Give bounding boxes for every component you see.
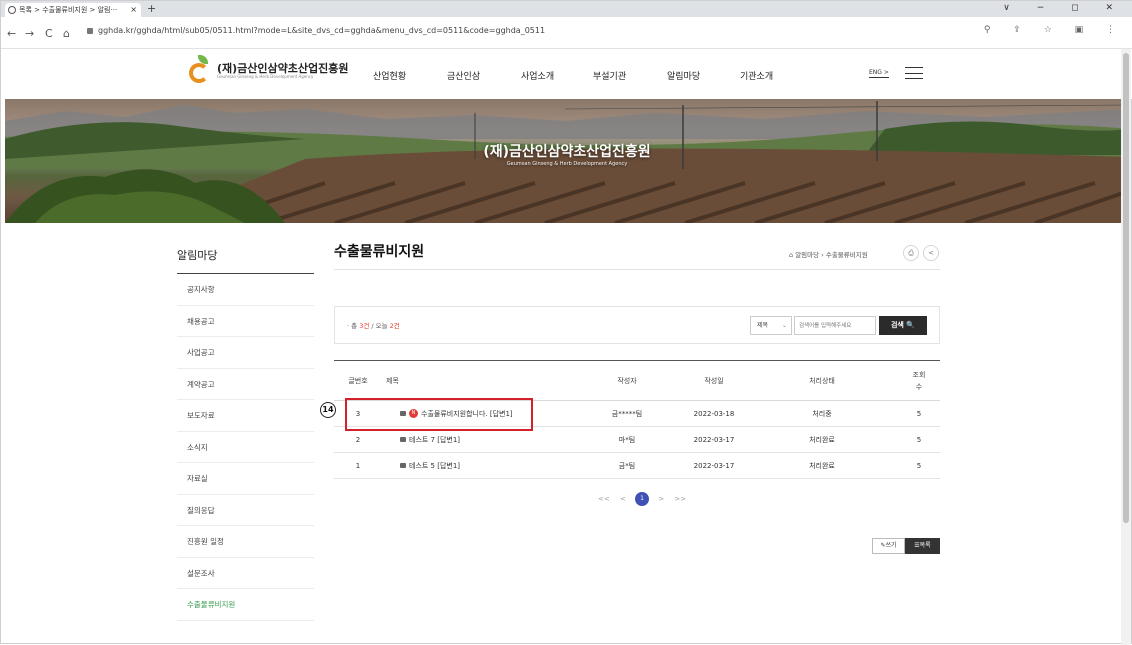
chevron-down-icon: ⌄ [781,322,787,329]
menu-icon[interactable] [905,67,923,79]
url-text: gghda.kr/gghda/html/sub05/0511.html?mode… [98,26,546,35]
col-views: 조회수 [898,360,940,401]
table-row[interactable]: 1 테스트 5 [답변1] 금*팀 2022-03-17 처리완료 5 [334,452,940,479]
row-date: 2022-03-17 [682,426,746,453]
col-date: 작성일 [682,360,746,401]
title-divider [334,269,940,270]
row-author: 금*팀 [572,452,682,479]
browser-toolbar-icons[interactable]: ⚲ ⇪ ☆ ▣ ⋮ [984,25,1125,35]
col-author: 작성자 [572,360,682,401]
count-today: 2건 [389,322,400,330]
row-date: 2022-03-18 [682,400,746,427]
write-button[interactable]: ✎쓰기 [872,538,905,554]
row-status: 처리중 [746,400,898,427]
count-mid: / 오늘 [369,322,390,330]
print-icon[interactable]: ⎙ [903,245,919,261]
browser-tabbar: 목록 > 수출물류비지원 > 알림··· × + ∨ − ◻ ✕ [1,1,1132,17]
count-prefix: · 총 [347,322,360,330]
tab-title: 목록 > 수출물류비지원 > 알림··· [19,6,118,14]
current-page[interactable]: 1 [635,492,650,506]
row-title-cell[interactable]: 테스트 5 [답변1] [382,452,572,479]
search-button[interactable]: 검색 🔍 [879,316,927,335]
search-input[interactable] [794,316,876,335]
banner-title: (재)금산인삼약초산업진흥원 [483,144,651,160]
nav-item-business[interactable]: 사업소개 [521,69,554,82]
new-tab-button[interactable]: + [147,1,156,17]
last-page-button[interactable]: >> [674,495,686,503]
sidebar-item-export-logistics[interactable]: 수출물류비지원 [177,589,314,621]
search-field-value: 제목 [757,322,769,329]
pagination: << < 1 > >> [594,492,690,506]
scrollbar[interactable] [1121,49,1131,645]
tab-close-icon[interactable]: × [130,3,137,17]
nav-item-industry[interactable]: 산업현황 [373,69,406,82]
row-date: 2022-03-17 [682,452,746,479]
banner-subtitle: Geumsan Ginseng & Herb Development Agenc… [506,161,628,167]
post-count: · 총 3건 / 오늘 2건 [347,320,400,330]
sidebar-item-recruitment[interactable]: 채용공고 [177,306,314,337]
sidebar-item-survey[interactable]: 설문조사 [177,558,314,589]
reload-icon[interactable]: C [45,17,53,51]
row-views: 5 [898,426,940,453]
language-link[interactable]: ENG > [869,69,889,78]
forward-icon[interactable]: → [25,17,34,51]
address-bar: ← → C ⌂ gghda.kr/gghda/html/sub05/0511.h… [1,17,1132,49]
row-title[interactable]: 테스트 5 [답변1] [409,462,460,470]
row-author: 마*팀 [572,426,682,453]
browser-tab[interactable]: 목록 > 수출물류비지원 > 알림··· × [5,3,141,17]
url-field[interactable]: gghda.kr/gghda/html/sub05/0511.html?mode… [87,26,545,35]
row-views: 5 [898,400,940,427]
search-field-select[interactable]: 제목 ⌄ [750,316,792,335]
sidebar-item-qna[interactable]: 질의응답 [177,495,314,526]
first-page-button[interactable]: << [598,495,610,503]
lock-icon [400,436,406,442]
sidebar-item-notices[interactable]: 공지사항 [177,274,314,306]
site-header: (재)금산인삼약초산업진흥원 Geumsan Ginseng & Herb De… [1,49,1132,99]
logo-english: Geumsan Ginseng & Herb Development Agenc… [217,74,314,79]
sidebar-item-press[interactable]: 보도자료 [177,400,314,432]
row-title[interactable]: 테스트 7 [답변1] [409,436,460,444]
annotation-marker: 14 [320,402,336,418]
share-icon[interactable]: < [923,245,939,261]
sidebar-title: 알림마당 [177,249,218,262]
globe-icon [8,6,16,14]
scrollbar-thumb[interactable] [1123,53,1129,523]
sidebar-item-schedule[interactable]: 진흥원 일정 [177,526,314,558]
hero-banner: (재)금산인삼약초산업진흥원 Geumsan Ginseng & Herb De… [5,99,1129,223]
browser-window: 목록 > 수출물류비지원 > 알림··· × + ∨ − ◻ ✕ ← → C ⌂… [0,0,1132,645]
col-no: 글번호 [334,360,382,401]
col-status: 처리상태 [746,360,898,401]
table-header-row: 글번호 제목 작성자 작성일 처리상태 조회수 [334,360,940,401]
row-no: 1 [334,452,382,479]
sidebar-item-contract-notice[interactable]: 계약공고 [177,369,314,400]
sidebar-item-archive[interactable]: 자료실 [177,463,314,495]
window-controls[interactable]: ∨ − ◻ ✕ [1003,1,1125,15]
nav-item-notice[interactable]: 알림마당 [667,69,700,82]
next-page-button[interactable]: > [658,495,664,503]
nav-item-about[interactable]: 기관소개 [740,69,773,82]
col-title: 제목 [382,360,572,401]
logo-icon[interactable] [189,55,213,83]
home-icon[interactable]: ⌂ [63,17,70,51]
list-button[interactable]: ☰목록 [905,538,940,554]
annotation-highlight-box [345,398,533,431]
row-views: 5 [898,452,940,479]
count-total: 3건 [359,322,370,330]
lock-icon [87,27,93,34]
row-status: 처리완료 [746,452,898,479]
sidebar-menu: 공지사항 채용공고 사업공고 계약공고 보도자료 소식지 자료실 질의응답 진흥… [177,274,314,621]
nav-item-affiliates[interactable]: 부설기관 [593,69,626,82]
nav-item-ginseng[interactable]: 금산인삼 [447,69,480,82]
page-title: 수출물류비지원 [334,244,425,260]
row-status: 처리완료 [746,426,898,453]
row-author: 금*****팀 [572,400,682,427]
prev-page-button[interactable]: < [620,495,626,503]
sidebar-item-newsletter[interactable]: 소식지 [177,432,314,463]
search-panel: · 총 3건 / 오늘 2건 제목 ⌄ 검색 🔍 [334,306,940,344]
breadcrumb[interactable]: ⌂ 알림마당 › 수출물류비지원 [789,249,868,259]
lock-icon [400,462,406,468]
sidebar-item-business-notice[interactable]: 사업공고 [177,337,314,369]
back-icon[interactable]: ← [7,17,16,51]
